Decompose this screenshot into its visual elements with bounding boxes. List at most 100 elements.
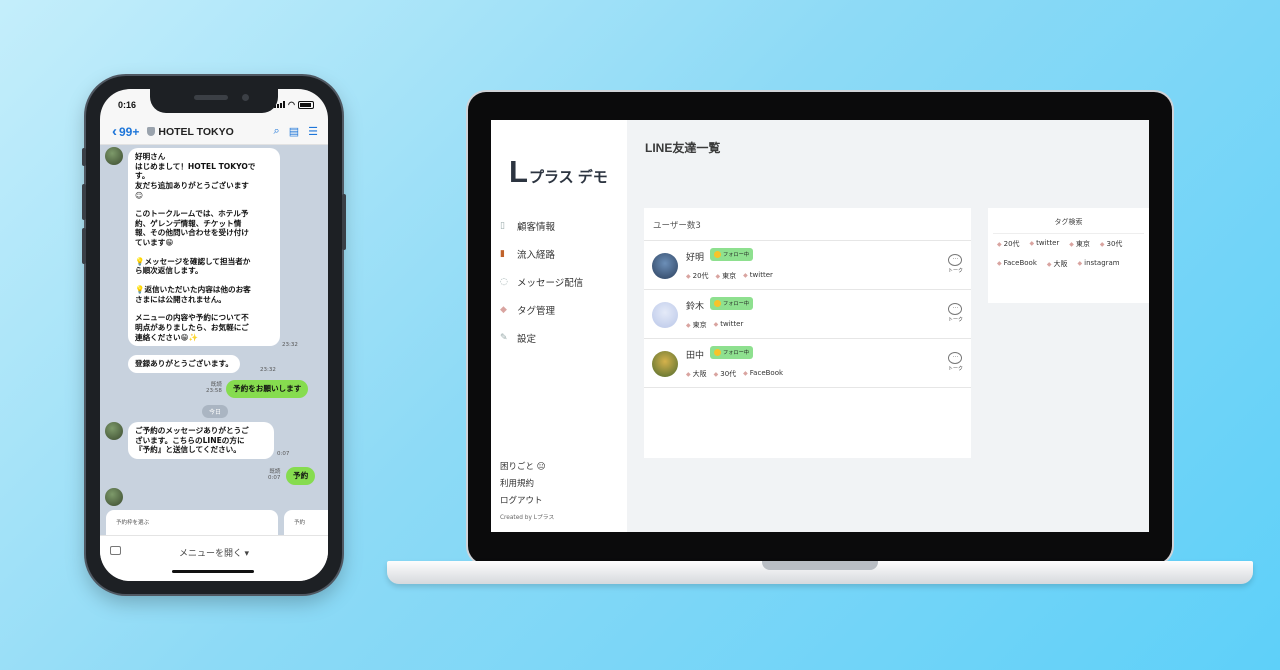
phone-notch — [150, 89, 278, 113]
tag-search-panel: タグ検索 ◆ 20代 ◆ twitter ◆ 東京 ◆ 30代 ◆ FaceBook ◆ 大阪 ◆ ins… — [988, 208, 1149, 303]
user-tag-label: 東京 — [692, 321, 707, 329]
sidebar-item-settings[interactable]: ✎ 設定 — [500, 324, 583, 352]
follow-status-badge: フォロー中 — [710, 346, 753, 359]
phone-screen: 0:16 ◠ ‹ 99+ HOTEL TOKYO ⌕ ▤ ☰ 好明さん はじめま… — [100, 89, 328, 581]
user-tag[interactable]: ◆ 大阪 — [686, 369, 707, 379]
reservation-card[interactable]: 予約 — [284, 510, 328, 535]
message-bubble-sent: 予約 — [286, 467, 316, 485]
user-name[interactable]: 鈴木 — [686, 299, 704, 312]
user-tag[interactable]: ◆ 30代 — [714, 369, 737, 379]
user-row[interactable]: 鈴木 フォロー中 ◆ 東京 ◆ twitter ··· トーク — [644, 290, 971, 339]
follow-status-label: フォロー中 — [723, 301, 749, 307]
tag-filter-item[interactable]: ◆ twitter — [1030, 239, 1060, 249]
reservation-card[interactable]: 予約枠を選ぶ — [106, 510, 278, 535]
talk-button[interactable]: ··· トーク — [948, 303, 963, 323]
menu-icon[interactable]: ☰ — [308, 125, 318, 138]
tag-icon: ◆ — [500, 305, 507, 315]
chat-icon: ◌ — [500, 277, 508, 287]
user-tag[interactable]: ◆ twitter — [743, 271, 773, 281]
user-tag-label: 大阪 — [692, 370, 707, 378]
search-icon[interactable]: ⌕ — [274, 125, 280, 138]
user-tag[interactable]: ◆ 東京 — [686, 320, 707, 330]
tag-filter-label: 30代 — [1106, 240, 1123, 248]
user-row[interactable]: 好明 フォロー中 ◆ 20代 ◆ 東京 ◆ twitter ··· トーク — [644, 241, 971, 290]
sidebar-item-label: 設定 — [517, 334, 537, 345]
open-menu-button[interactable]: メニューを開く ▾ — [100, 546, 328, 559]
message-line: このトークルームでは、ホテル予 — [135, 209, 249, 219]
chat-bubble-icon: ··· — [948, 303, 963, 315]
tag-filter-item[interactable]: ◆ 30代 — [1100, 239, 1123, 249]
tag-filter-label: twitter — [1036, 239, 1060, 247]
welcome-text: 好明さん はじめまして！HOTEL TOKYOで す。 友だち追加ありがとうございます… — [135, 152, 273, 342]
date-chip: 今日 — [202, 405, 229, 418]
user-avatar[interactable] — [652, 253, 678, 279]
message-line: 明点がありましたら、お気軽にご — [135, 322, 249, 332]
user-avatar[interactable] — [652, 302, 678, 328]
chat-body[interactable]: 好明さん はじめまして！HOTEL TOKYOで す。 友だち追加ありがとうございます… — [100, 145, 328, 535]
tag-icon: ◆ — [1099, 241, 1105, 248]
message-bubble-sent: 予約をお願いします — [226, 380, 309, 398]
tag-icon: ◆ — [997, 260, 1002, 267]
message-line: 💡返信いただいた内容は他のお客 — [135, 285, 251, 295]
user-tag-label: 東京 — [722, 272, 737, 280]
chat-bubble-icon: ··· — [948, 352, 963, 364]
user-tag[interactable]: ◆ twitter — [714, 320, 744, 330]
tag-icon: ◆ — [743, 272, 748, 279]
chat-title-text: HOTEL TOKYO — [158, 125, 234, 138]
wifi-icon: ◠ — [288, 100, 295, 109]
chevron-left-icon: ‹ — [112, 123, 117, 140]
message-line: ています😁 — [135, 238, 174, 248]
tag-filter-item[interactable]: ◆ instagram — [1078, 259, 1120, 269]
talk-button[interactable]: ··· トーク — [948, 352, 963, 372]
user-tag[interactable]: ◆ FaceBook — [743, 369, 783, 379]
avatar[interactable] — [105, 147, 123, 165]
user-row[interactable]: 田中 フォロー中 ◆ 大阪 ◆ 30代 ◆ FaceBook ··· トーク — [644, 339, 971, 388]
message-line: 好明さん — [135, 152, 166, 161]
tag-filter-item[interactable]: ◆ 東京 — [1069, 239, 1090, 249]
app-logo[interactable]: L プラス デモ — [509, 154, 608, 190]
message-line — [135, 248, 273, 257]
logout-link[interactable]: ログアウト — [500, 494, 554, 511]
user-name[interactable]: 好明 — [686, 250, 704, 263]
sidebar-item-tags[interactable]: ◆ タグ管理 — [500, 296, 583, 324]
user-tag-label: twitter — [720, 320, 744, 328]
talk-button[interactable]: ··· トーク — [948, 254, 963, 274]
user-count: ユーザー数3 — [644, 208, 971, 241]
tag-icon: ◆ — [1069, 241, 1074, 248]
message-time: 23:32 — [282, 342, 298, 348]
user-name[interactable]: 田中 — [686, 348, 704, 361]
notes-icon[interactable]: ▤ — [289, 125, 299, 138]
tag-filter-item[interactable]: ◆ FaceBook — [997, 259, 1037, 269]
help-link[interactable]: 困りごと 😐 — [500, 460, 554, 477]
avatar[interactable] — [105, 422, 123, 440]
user-tag[interactable]: ◆ 東京 — [716, 271, 737, 281]
sidebar-item-label: メッセージ配信 — [517, 278, 584, 289]
message-read-status: 既読 0:07 — [268, 469, 280, 481]
terms-link[interactable]: 利用規約 — [500, 477, 554, 494]
tag-icon: ◆ — [686, 273, 691, 280]
avatar[interactable] — [105, 488, 123, 506]
sidebar-item-inflow[interactable]: ▮ 流入経路 — [500, 240, 583, 268]
tag-filter-item[interactable]: ◆ 20代 — [997, 239, 1020, 249]
user-tag[interactable]: ◆ 20代 — [686, 271, 709, 281]
front-camera — [242, 94, 249, 101]
message-line: 連絡ください😁✨ — [135, 332, 198, 342]
user-list: 好明 フォロー中 ◆ 20代 ◆ 東京 ◆ twitter ··· トーク 鈴木 フォロー中… — [644, 241, 971, 388]
tag-filter-item[interactable]: ◆ 大阪 — [1047, 259, 1068, 269]
message-line: 『予約』と送信してください。 — [135, 445, 241, 455]
chat-footer: メニューを開く ▾ — [100, 535, 328, 581]
wrench-icon: ✎ — [500, 333, 508, 343]
user-tags: ◆ 東京 ◆ twitter — [686, 320, 743, 330]
chat-header: ‹ 99+ HOTEL TOKYO ⌕ ▤ ☰ — [100, 119, 328, 145]
user-avatar[interactable] — [652, 351, 678, 377]
laptop-screen: L プラス デモ ▯ 顧客情報 ▮ 流入経路 ◌ メッセージ配信 ◆ タグ管理 … — [491, 120, 1149, 532]
logo-text: プラス デモ — [528, 169, 608, 186]
sidebar-item-customers[interactable]: ▯ 顧客情報 — [500, 212, 583, 240]
user-tags: ◆ 20代 ◆ 東京 ◆ twitter — [686, 271, 773, 281]
user-tag-label: twitter — [749, 271, 773, 279]
page-title: LINE友達一覧 — [645, 141, 721, 155]
sidebar-item-label: タグ管理 — [517, 306, 556, 317]
back-button[interactable]: ‹ 99+ — [112, 124, 139, 139]
sidebar-item-messages[interactable]: ◌ メッセージ配信 — [500, 268, 583, 296]
tag-icon: ◆ — [997, 241, 1002, 248]
